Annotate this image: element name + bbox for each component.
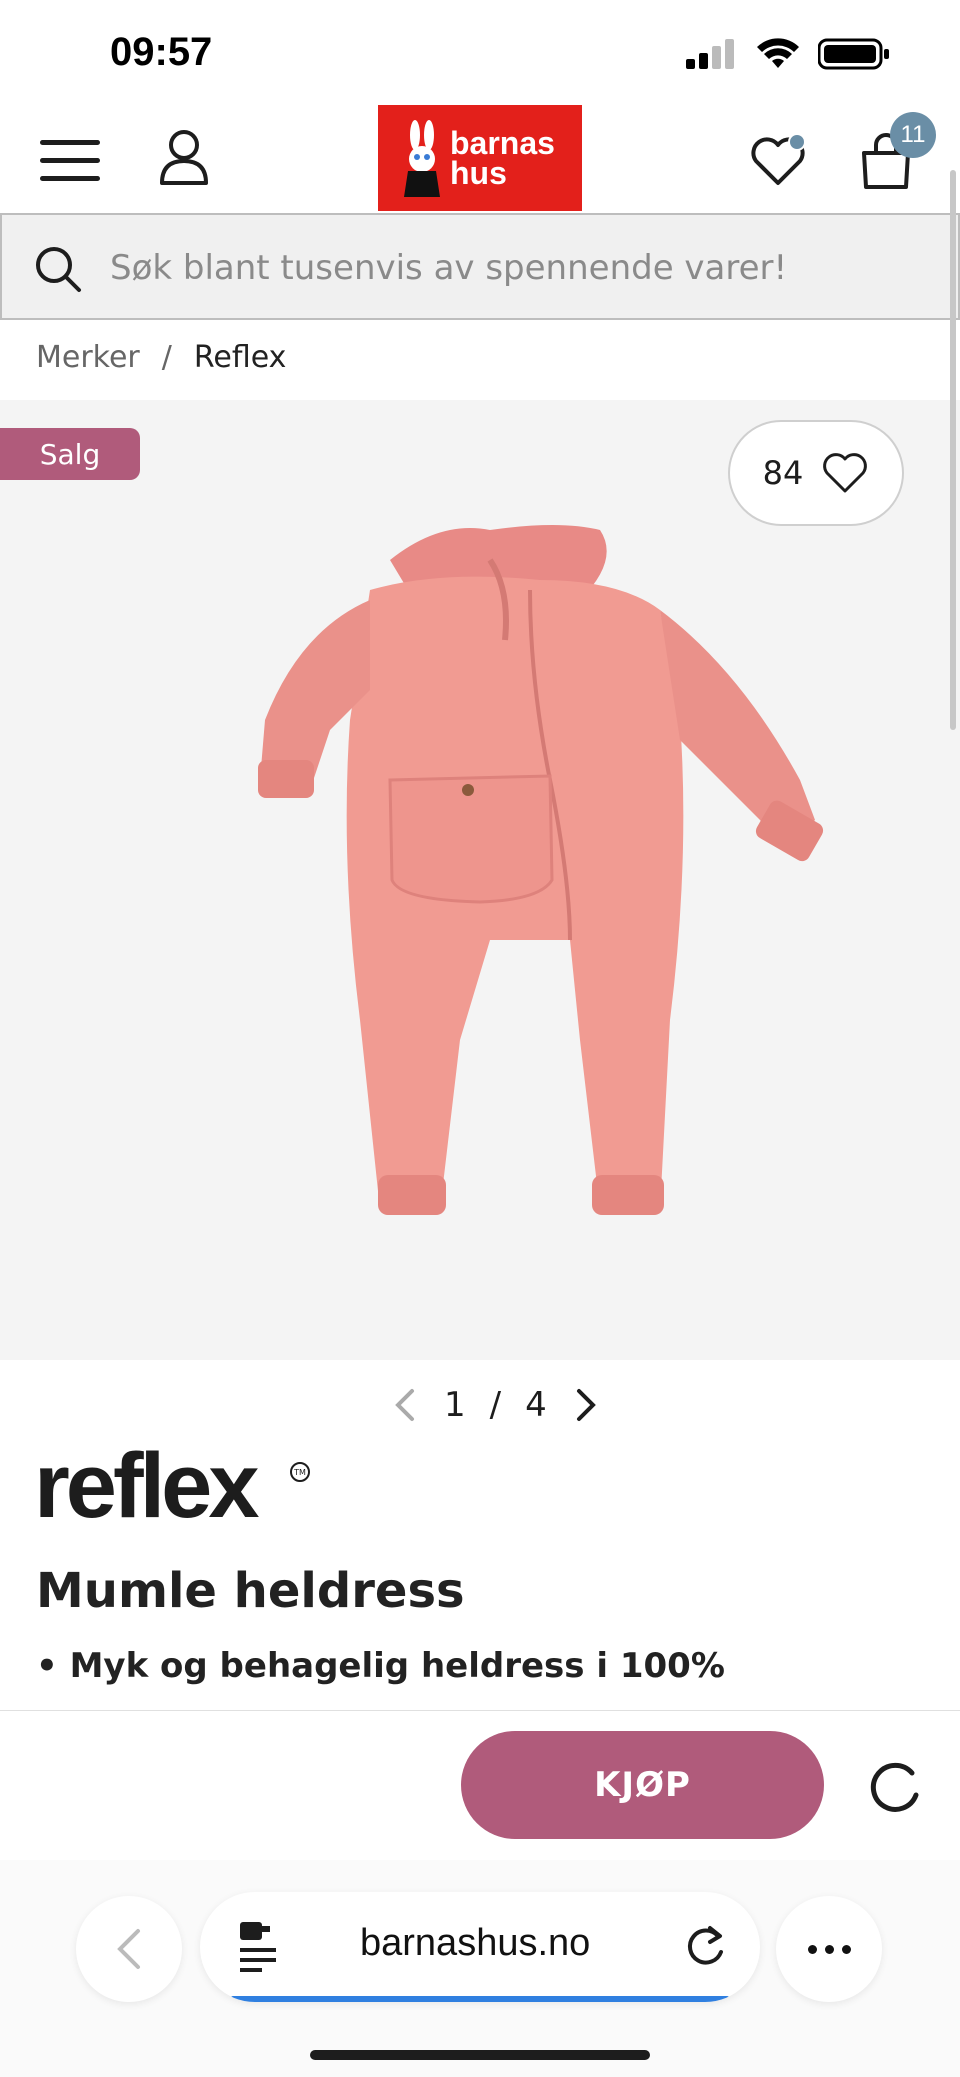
page-scrollbar[interactable] — [950, 170, 956, 730]
status-icons — [686, 38, 890, 70]
address-bar[interactable]: barnashus.no — [200, 1892, 760, 2002]
wishlist-notification-dot — [788, 133, 806, 151]
product-gallery[interactable]: Salg 84 — [0, 400, 960, 1360]
chevron-left-icon — [117, 1929, 140, 1969]
cart-count-badge: 11 — [890, 112, 936, 158]
pager-current: 1 — [444, 1385, 466, 1425]
favorite-count-button[interactable]: 84 — [728, 420, 904, 526]
brand-logo[interactable]: reflex — [34, 1440, 259, 1532]
status-bar: 09:57 — [0, 0, 960, 110]
trademark-symbol: TM — [290, 1462, 310, 1482]
reload-icon[interactable] — [680, 1922, 730, 1972]
chevron-right-icon[interactable] — [571, 1387, 601, 1423]
chevron-left-icon[interactable] — [390, 1387, 420, 1423]
buy-button[interactable]: KJØP — [461, 1731, 824, 1839]
logo-text-line2: hus — [450, 155, 507, 191]
status-time: 09:57 — [110, 30, 213, 74]
page-load-progress — [230, 1996, 730, 2002]
pager-separator: / — [489, 1385, 502, 1425]
search-input[interactable] — [110, 243, 930, 293]
logo-text: barnas hus — [450, 125, 555, 191]
breadcrumb-item-reflex[interactable]: Reflex — [194, 340, 287, 375]
product-description: • Myk og behagelig heldress i 100% økolo… — [36, 1646, 725, 1709]
barnashus-logo[interactable]: barnas hus — [378, 105, 582, 211]
breadcrumb: Merker / Reflex — [36, 340, 286, 375]
bunny-logo-icon — [404, 120, 440, 197]
favorite-count: 84 — [762, 454, 804, 492]
more-dot-icon — [824, 1944, 834, 1954]
buy-bar: KJØP — [0, 1710, 960, 1860]
product-image — [258, 525, 824, 1215]
wishlist-button[interactable] — [748, 131, 808, 191]
image-pager: 1 / 4 — [390, 1385, 601, 1425]
url-text: barnashus.no — [360, 1922, 591, 1964]
pager-total: 4 — [525, 1385, 547, 1425]
cellular-signal-icon — [686, 39, 734, 69]
logo-text-line1: barnas — [450, 125, 555, 161]
sale-badge: Salg — [0, 428, 140, 480]
account-icon[interactable] — [158, 127, 210, 187]
browser-back-button[interactable] — [76, 1896, 182, 2002]
more-dot-icon — [807, 1944, 817, 1954]
search-icon[interactable] — [34, 245, 82, 293]
loading-spinner-icon — [870, 1762, 919, 1812]
product-title: Mumle heldress — [36, 1563, 465, 1619]
page-settings-icon — [240, 1922, 276, 1972]
wifi-icon — [757, 38, 799, 68]
heart-icon — [823, 453, 868, 493]
browser-toolbar: barnashus.no — [0, 1860, 960, 2077]
breadcrumb-separator: / — [161, 340, 172, 375]
home-indicator[interactable] — [310, 2050, 650, 2060]
more-options-button[interactable] — [776, 1896, 882, 2002]
hamburger-menu-icon[interactable] — [40, 140, 100, 184]
more-dot-icon — [841, 1944, 851, 1954]
search-bar — [0, 213, 960, 320]
battery-icon — [818, 38, 889, 70]
site-header: barnas hus — [0, 105, 960, 213]
breadcrumb-item-merker[interactable]: Merker — [36, 340, 140, 375]
